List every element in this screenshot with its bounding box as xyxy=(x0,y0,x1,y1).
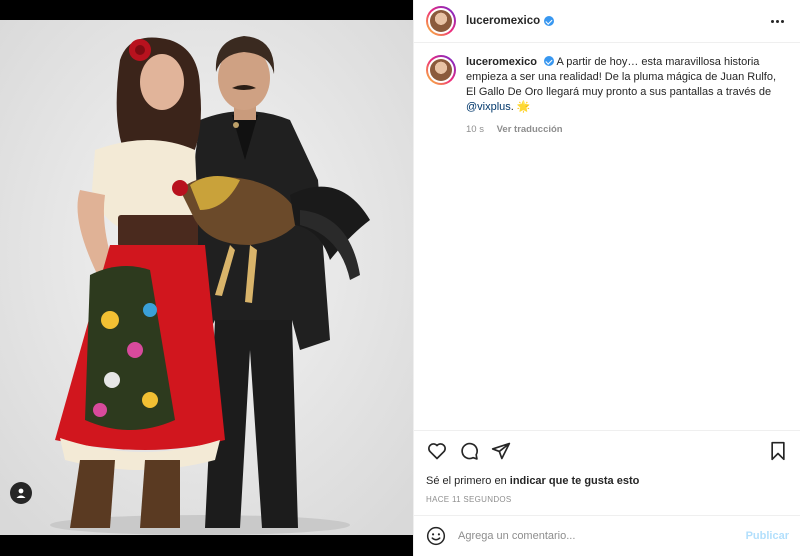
likes-prefix: Sé el primero en xyxy=(426,475,510,487)
action-bar: Sé el primero en indicar que te gusta es… xyxy=(414,430,800,504)
more-options-icon xyxy=(771,19,774,23)
save-button[interactable] xyxy=(767,440,789,462)
post-photo[interactable] xyxy=(0,20,413,535)
emoji-icon[interactable] xyxy=(426,526,446,546)
publish-button[interactable]: Publicar xyxy=(746,530,789,542)
like-this-link[interactable]: indicar que te gusta esto xyxy=(510,475,640,487)
user-tag-icon xyxy=(16,488,26,498)
caption-meta: 10 s Ver traducción xyxy=(466,122,786,137)
like-button[interactable] xyxy=(426,440,448,462)
post-header: luceromexico xyxy=(414,0,800,43)
caption-verified-badge-icon xyxy=(543,56,554,66)
post-modal: luceromexico luceromexico A partir de ho… xyxy=(0,0,800,556)
heart-icon xyxy=(428,443,446,460)
action-icons xyxy=(426,439,789,463)
post-age: 10 s xyxy=(466,124,484,135)
caption-block: luceromexico A partir de hoy… esta marav… xyxy=(414,43,800,137)
share-button[interactable] xyxy=(490,440,512,462)
comment-composer: Publicar xyxy=(414,515,800,556)
caption-text: luceromexico A partir de hoy… esta marav… xyxy=(466,55,786,137)
comment-icon xyxy=(461,442,478,460)
avatar[interactable] xyxy=(426,6,456,36)
mention-link[interactable]: @vixplus xyxy=(466,101,511,113)
share-icon xyxy=(491,442,511,460)
comment-input[interactable] xyxy=(458,530,746,542)
user-tag-button[interactable] xyxy=(10,482,32,504)
post-media-pane xyxy=(0,0,413,556)
see-translation-button[interactable]: Ver traducción xyxy=(497,124,563,135)
caption-username[interactable]: luceromexico xyxy=(466,56,537,68)
post-details-pane: luceromexico luceromexico A partir de ho… xyxy=(413,0,800,556)
caption-avatar[interactable] xyxy=(426,55,456,85)
header-username[interactable]: luceromexico xyxy=(466,15,540,27)
bookmark-icon xyxy=(771,441,785,461)
emoji: 🌟 xyxy=(516,101,531,113)
more-options-button[interactable] xyxy=(767,16,788,27)
post-timestamp[interactable]: HACE 11 SEGUNDOS xyxy=(426,495,789,504)
comment-button[interactable] xyxy=(458,440,480,462)
likes-text: Sé el primero en indicar que te gusta es… xyxy=(426,475,789,487)
verified-badge-icon xyxy=(544,16,555,26)
